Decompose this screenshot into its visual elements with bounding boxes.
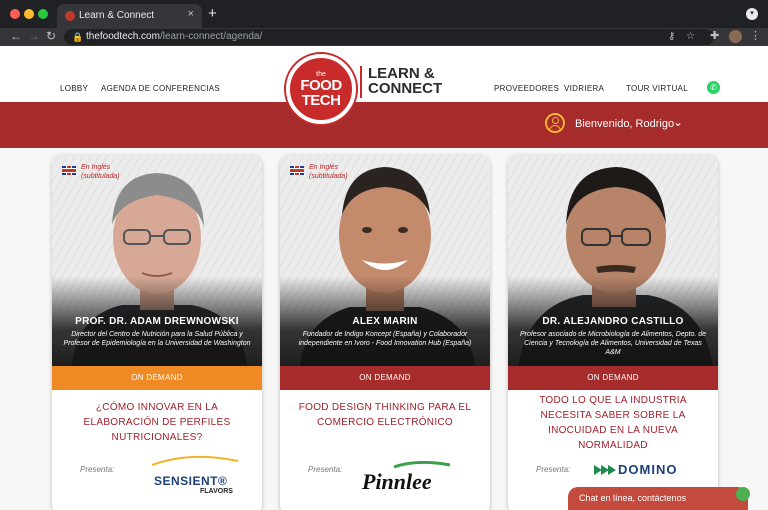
nav-vidriera[interactable]: VIDRIERA [564, 84, 604, 93]
domino-logo: DOMINO [594, 462, 677, 477]
chat-label: Chat en línea, contáctenos [579, 493, 687, 503]
nav-lobby[interactable]: LOBBY [60, 84, 88, 93]
talk-title[interactable]: TODO LO QUE LA INDUSTRIA NECESITA SABER … [522, 393, 704, 453]
new-tab-button[interactable]: + [208, 5, 217, 22]
on-demand-badge[interactable]: ON DEMAND [280, 366, 490, 390]
nav-tour-virtual[interactable]: TOUR VIRTUAL [626, 84, 688, 93]
bookmark-star-icon[interactable]: ☆ [686, 29, 695, 45]
logo-tech: TECH [301, 92, 341, 109]
pinnlee-leaf-icon [393, 461, 451, 469]
brand-wordmark: LEARN & CONNECT [368, 66, 442, 96]
speaker-role: Fundador de Indigo Koncept (España) y Co… [298, 331, 472, 347]
whatsapp-icon[interactable]: ✆ [707, 81, 720, 94]
chrome-menu-icon[interactable]: ⋮ [750, 29, 761, 42]
lock-icon: 🔒 [72, 32, 84, 42]
talk-title[interactable]: FOOD DESIGN THINKING PARA EL COMERCIO EL… [294, 400, 476, 430]
forward-icon[interactable]: → [28, 29, 40, 43]
user-bar: Bienvenido, Rodrigo ⌄ [0, 102, 768, 148]
maximize-window-button[interactable] [38, 9, 48, 19]
key-icon[interactable]: ⚷ [668, 29, 675, 45]
language-label: En Inglés (subtitulada) [81, 164, 120, 180]
on-demand-badge[interactable]: ON DEMAND [508, 366, 718, 390]
brand-divider [360, 66, 362, 98]
browser-tab[interactable]: Learn & Connect × [57, 4, 202, 28]
live-chat-button[interactable]: Chat en línea, contáctenos [568, 487, 750, 510]
speaker-name: DR. ALEJANDRO CASTILLO [542, 316, 684, 327]
speaker-photo: En Inglés (subtitulada) ALEX MARIN Fundad… [280, 155, 490, 366]
uk-flag-icon [290, 166, 304, 175]
browser-tab-strip: Learn & Connect × + ▾ [0, 0, 768, 28]
chevron-down-icon[interactable]: ⌄ [673, 115, 683, 129]
nav-proveedores[interactable]: PROVEEDORES [494, 84, 559, 93]
language-label: En Inglés (subtitulada) [309, 164, 348, 180]
speaker-name: ALEX MARIN [352, 316, 418, 327]
tab-close-icon[interactable]: × [188, 8, 194, 20]
speaker-role: Profesor asociado de Microbiología de Al… [519, 331, 707, 356]
speaker-photo: En Inglés (subtitulada) PROF. DR. ADAM DR… [52, 155, 262, 366]
presenta-label: Presenta: [308, 465, 343, 474]
browser-toolbar: ← → ↻ 🔒 thefoodtech.com/learn-connect/ag… [0, 28, 768, 46]
back-icon[interactable]: ← [10, 29, 22, 43]
conference-card[interactable]: DR. ALEJANDRO CASTILLO Profesor asociado… [508, 155, 718, 510]
tab-favicon-icon [65, 11, 75, 21]
url-text: thefoodtech.com/learn-connect/agenda/ [86, 31, 263, 42]
speaker-photo: DR. ALEJANDRO CASTILLO Profesor asociado… [508, 155, 718, 366]
user-icon[interactable] [545, 113, 565, 133]
brand-line1: LEARN & [368, 65, 435, 82]
presenta-label: Presenta: [536, 465, 571, 474]
tab-title: Learn & Connect [79, 10, 155, 21]
talk-title[interactable]: ¿CÓMO INNOVAR EN LA ELABORACIÓN DE PERFI… [66, 400, 248, 445]
tab-search-icon[interactable]: ▾ [746, 8, 758, 20]
sensient-logo: SENSIENT® FLAVORS [150, 455, 240, 495]
uk-flag-icon [62, 166, 76, 175]
foodtech-logo[interactable]: the FOOD TECH [286, 54, 356, 124]
profile-avatar[interactable] [729, 30, 742, 43]
web-page: LOBBY AGENDA DE CONFERENCIAS PROVEEDORES… [0, 46, 768, 510]
brand-line2: CONNECT [368, 80, 443, 97]
on-demand-badge[interactable]: ON DEMAND [52, 366, 262, 390]
chat-status-icon [736, 487, 750, 501]
sensient-swoosh-icon [151, 455, 239, 466]
speaker-role: Director del Centro de Nutrición para la… [63, 331, 251, 347]
conference-card[interactable]: En Inglés (subtitulada) ALEX MARIN Fundad… [280, 155, 490, 510]
minimize-window-button[interactable] [24, 9, 34, 19]
reload-icon[interactable]: ↻ [46, 29, 56, 43]
extensions-icon[interactable]: ✚ [710, 29, 719, 42]
site-header: LOBBY AGENDA DE CONFERENCIAS PROVEEDORES… [0, 46, 768, 102]
pinnlee-logo: Pinnlee [362, 461, 452, 495]
conference-card[interactable]: En Inglés (subtitulada) PROF. DR. ADAM DR… [52, 155, 262, 510]
speaker-name: PROF. DR. ADAM DREWNOWSKI [75, 316, 239, 327]
welcome-text[interactable]: Bienvenido, Rodrigo [575, 118, 674, 130]
domino-arrow-icon [594, 464, 616, 475]
close-window-button[interactable] [10, 9, 20, 19]
address-bar[interactable]: 🔒 thefoodtech.com/learn-connect/agenda/ … [64, 29, 714, 45]
presenta-label: Presenta: [80, 465, 115, 474]
nav-agenda[interactable]: AGENDA DE CONFERENCIAS [101, 84, 220, 93]
